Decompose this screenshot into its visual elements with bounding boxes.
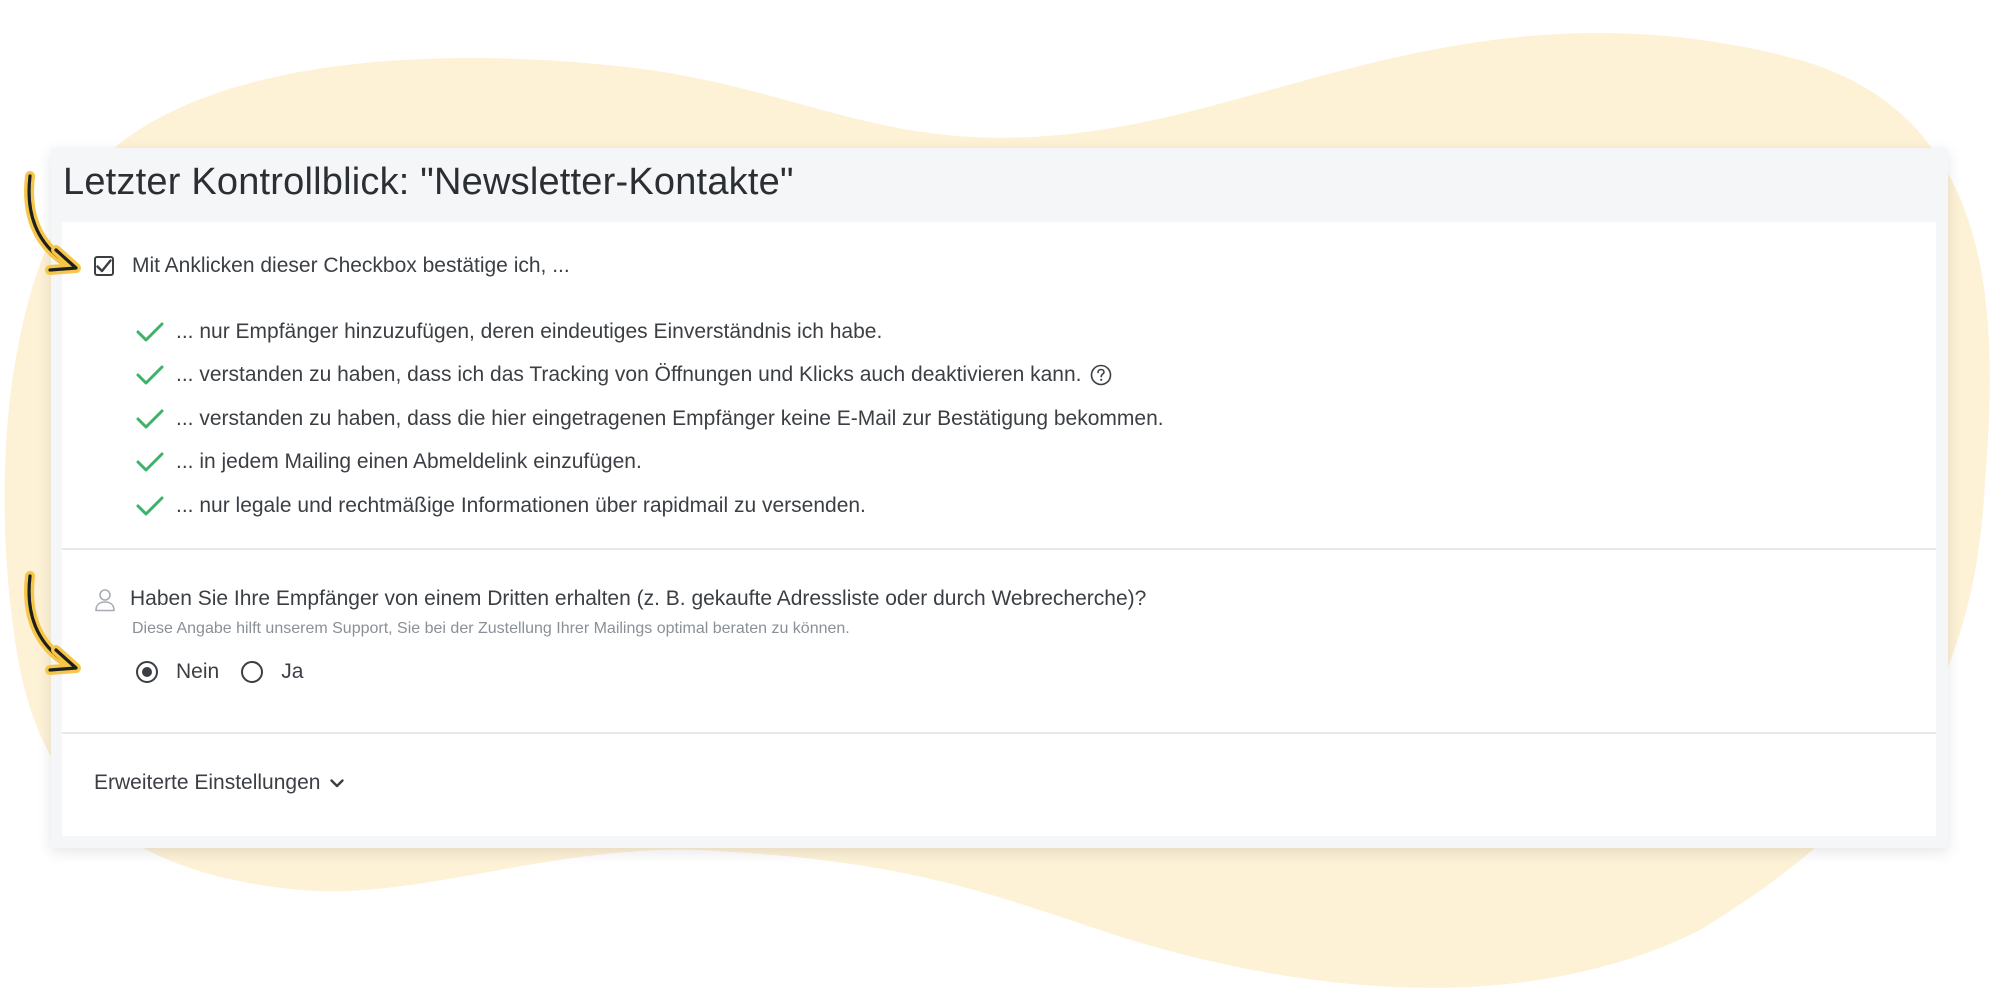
third-party-hint: Diese Angabe hilft unserem Support, Sie … bbox=[132, 620, 850, 637]
green-check-icon bbox=[136, 322, 164, 342]
green-check-icon bbox=[136, 452, 164, 472]
list-item: ... verstanden zu haben, dass die hier e… bbox=[136, 397, 1164, 441]
confirmation-checkbox-label: Mit Anklicken dieser Checkbox bestätige … bbox=[132, 254, 570, 277]
radio-option-nein[interactable]: Nein bbox=[136, 660, 219, 684]
control-panel: Letzter Kontrollblick: "Newsletter-Konta… bbox=[51, 148, 1948, 848]
list-item: ... verstanden zu haben, dass ich das Tr… bbox=[136, 354, 1164, 398]
list-item: ... in jedem Mailing einen Abmeldelink e… bbox=[136, 441, 1164, 485]
radio-label-nein: Nein bbox=[176, 660, 220, 683]
radio-label-ja: Ja bbox=[281, 660, 304, 683]
list-item: ... nur legale und rechtmäßige Informati… bbox=[136, 484, 1164, 528]
list-item-text: ... verstanden zu haben, dass die hier e… bbox=[176, 406, 1164, 430]
annotation-arrow-icon bbox=[24, 571, 81, 675]
third-party-question: Haben Sie Ihre Empfänger von einem Dritt… bbox=[130, 587, 1147, 610]
advanced-section: Erweiterte Einstellungen bbox=[62, 734, 1936, 836]
annotation-arrow-icon bbox=[24, 171, 81, 275]
list-item-text: ... verstanden zu haben, dass ich das Tr… bbox=[176, 363, 1082, 387]
advanced-settings-label: Erweiterte Einstellungen bbox=[94, 771, 321, 794]
control-card: Mit Anklicken dieser Checkbox bestätige … bbox=[62, 222, 1936, 836]
radio-ja[interactable] bbox=[241, 661, 264, 683]
radio-nein[interactable] bbox=[136, 661, 158, 683]
confirmation-checkbox-row[interactable]: Mit Anklicken dieser Checkbox bestätige … bbox=[94, 254, 570, 278]
chevron-down-icon bbox=[330, 779, 345, 788]
radio-selected-dot bbox=[142, 667, 152, 677]
green-check-icon bbox=[136, 409, 164, 429]
list-item-text: ... nur legale und rechtmäßige Informati… bbox=[176, 493, 866, 517]
confirmation-list: ... nur Empfänger hinzuzufügen, deren ei… bbox=[136, 310, 1164, 528]
advanced-settings-toggle[interactable]: Erweiterte Einstellungen bbox=[94, 771, 346, 795]
question-circle-icon[interactable] bbox=[1090, 364, 1112, 386]
third-party-question-row: Haben Sie Ihre Empfänger von einem Dritt… bbox=[94, 586, 1146, 612]
list-item-text: ... in jedem Mailing einen Abmeldelink e… bbox=[176, 450, 642, 474]
third-party-section: Haben Sie Ihre Empfänger von einem Dritt… bbox=[62, 550, 1936, 734]
confirmation-section: Mit Anklicken dieser Checkbox bestätige … bbox=[62, 222, 1936, 550]
radio-option-ja[interactable]: Ja bbox=[241, 660, 303, 684]
list-item-text: ... nur Empfänger hinzuzufügen, deren ei… bbox=[176, 319, 883, 343]
list-item: ... nur Empfänger hinzuzufügen, deren ei… bbox=[136, 310, 1164, 354]
screenshot-stage: Letzter Kontrollblick: "Newsletter-Konta… bbox=[0, 0, 2000, 999]
third-party-radio-group: Nein Ja bbox=[136, 660, 325, 684]
green-check-icon bbox=[136, 496, 164, 516]
green-check-icon bbox=[136, 365, 164, 385]
page-title: Letzter Kontrollblick: "Newsletter-Konta… bbox=[63, 161, 794, 203]
